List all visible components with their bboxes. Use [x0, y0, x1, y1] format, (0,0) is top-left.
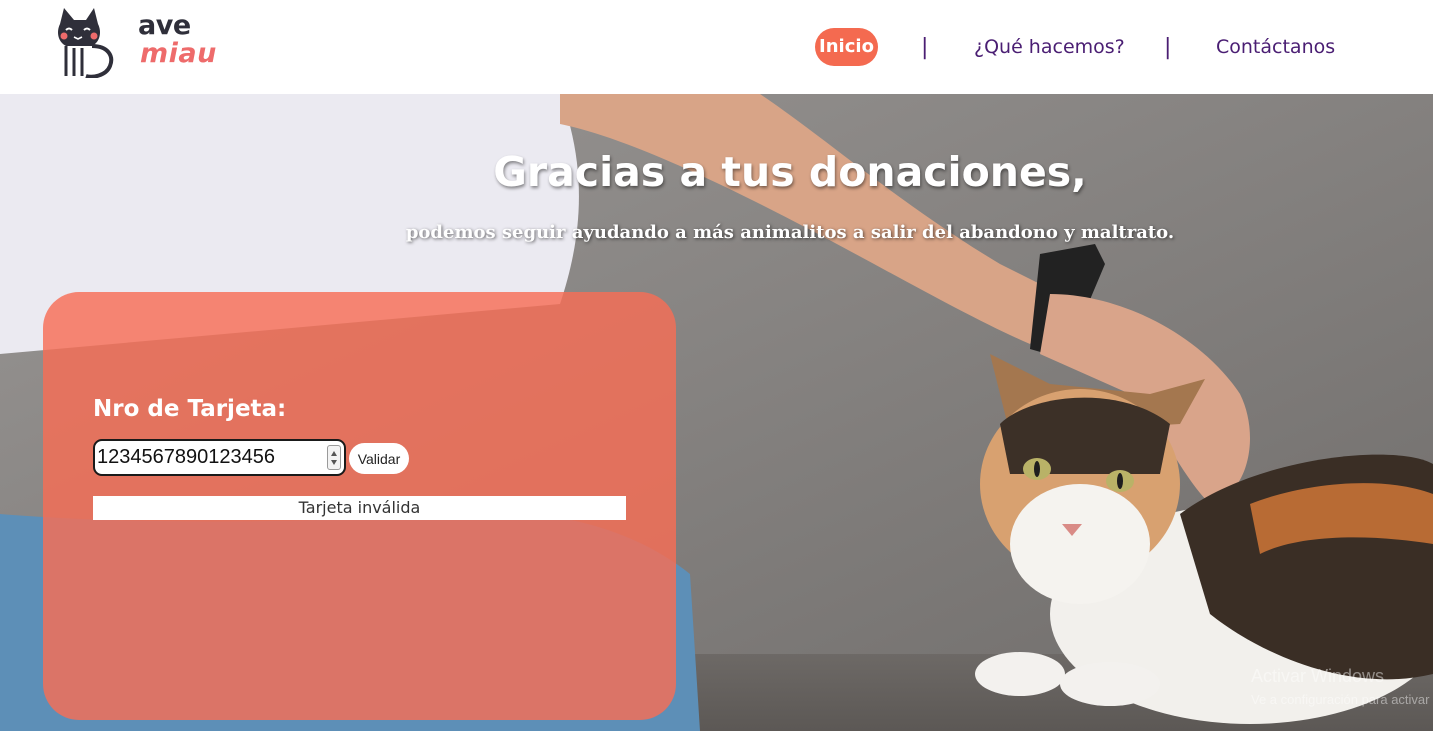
- nav-separator: |: [1164, 35, 1172, 60]
- spinner-down-icon[interactable]: [331, 460, 337, 465]
- validate-button[interactable]: Validar: [349, 443, 409, 474]
- card-number-input[interactable]: [97, 443, 319, 472]
- number-spinner[interactable]: [327, 445, 341, 470]
- card-number-label: Nro de Tarjeta:: [93, 396, 287, 422]
- hero-title: Gracias a tus donaciones,: [493, 148, 1087, 196]
- nav-link-inicio[interactable]: Inicio: [815, 28, 878, 66]
- main-nav: Inicio | ¿Qué hacemos? | Contáctanos: [0, 28, 1433, 66]
- card-validation-panel: Nro de Tarjeta: Validar Tarjeta inválida: [43, 292, 676, 720]
- hero-subtitle: podemos seguir ayudando a más animalitos…: [405, 222, 1175, 243]
- windows-activation-watermark-detail: Ve a configuración para activar Windows.: [1251, 692, 1433, 707]
- spinner-up-icon[interactable]: [331, 451, 337, 456]
- nav-separator: |: [921, 35, 929, 60]
- card-number-field[interactable]: [93, 439, 346, 476]
- nav-link-que-hacemos[interactable]: ¿Qué hacemos?: [974, 28, 1125, 66]
- hero-section: Gracias a tus donaciones, podemos seguir…: [0, 94, 1433, 731]
- validation-result: Tarjeta inválida: [93, 496, 626, 520]
- windows-activation-watermark: Activar Windows: [1251, 666, 1385, 686]
- site-header: ave miau Inicio | ¿Qué hacemos? | Contác…: [0, 0, 1433, 94]
- nav-link-contactanos[interactable]: Contáctanos: [1216, 28, 1335, 66]
